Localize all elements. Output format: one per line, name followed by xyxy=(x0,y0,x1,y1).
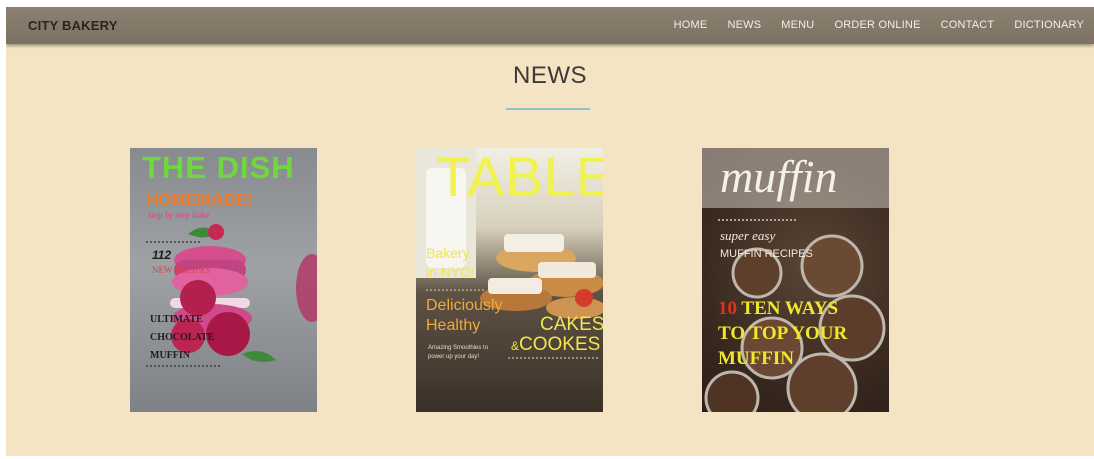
cover-headline-line: TO TOP YOUR xyxy=(718,323,848,344)
magazine-cover-the-dish[interactable]: THE DISH HOMEMADE! step by step bake 112… xyxy=(130,148,317,412)
cover-healthy-line: Deliciously xyxy=(426,297,503,314)
nav-links: HOME NEWS MENU ORDER ONLINE CONTACT DICT… xyxy=(664,7,1094,44)
cover-title: muffin xyxy=(720,151,838,202)
cover-headline-line: TEN WAYS xyxy=(741,298,839,319)
nav-menu-link[interactable]: MENU xyxy=(771,7,824,44)
page: CITY BAKERY HOME NEWS MENU ORDER ONLINE … xyxy=(6,7,1094,456)
cover-headline-number: 10 xyxy=(718,298,737,319)
title-divider xyxy=(506,108,590,110)
cover-recipes: NEW RECIPES xyxy=(152,265,211,275)
cover-healthy-line: Healthy xyxy=(426,317,481,334)
cover-headline-line: MUFFIN xyxy=(718,348,794,369)
nav-order-online-link[interactable]: ORDER ONLINE xyxy=(824,7,930,44)
cover-the-dish-artwork xyxy=(146,224,317,367)
cover-bakery-line: Bakery xyxy=(426,245,470,261)
cover-subtitle: HOMEMADE! xyxy=(146,190,253,209)
cover-title: TABLE xyxy=(436,148,603,208)
cover-muffin-recipes: MUFFIN RECIPES xyxy=(720,248,813,260)
magazine-cover-table[interactable]: TABLE Bakery in NYC! Deliciously Healthy… xyxy=(416,148,603,412)
cover-small-line: Amazing Smoothies to xyxy=(428,345,489,351)
nav-home-link[interactable]: HOME xyxy=(664,7,718,44)
cover-small-line: power up your day! xyxy=(428,354,480,360)
nav-dictionary-link[interactable]: DICTIONARY xyxy=(1004,7,1094,44)
page-title: NEWS xyxy=(513,62,587,89)
cover-cakes-text: CAKES xyxy=(540,314,603,335)
cover-tagline: step by step bake xyxy=(148,210,210,220)
cover-bakery-line: in NYC! xyxy=(426,264,475,280)
magazine-cover-muffin[interactable]: muffin super easy MUFFIN RECIPES 10 TEN … xyxy=(702,148,889,412)
cover-super-easy: super easy xyxy=(720,228,776,243)
cover-cookes-word: COOKES xyxy=(519,334,601,355)
cover-headline: 10 TEN WAYS TO TOP YOUR MUFFIN xyxy=(718,296,847,371)
nav-contact-link[interactable]: CONTACT xyxy=(931,7,1005,44)
cover-healthy-text: Deliciously Healthy xyxy=(426,296,502,336)
cover-cookes-text: &COOKES xyxy=(511,334,600,356)
cover-title: THE DISH xyxy=(142,150,295,185)
cover-ampersand: & xyxy=(511,339,520,353)
cover-bakery-text: Bakery in NYC! xyxy=(426,244,474,282)
top-navbar: CITY BAKERY HOME NEWS MENU ORDER ONLINE … xyxy=(6,7,1094,44)
cover-headline-line: ULTIMATE xyxy=(150,314,203,325)
cover-headline-line: MUFFIN xyxy=(150,350,190,361)
cover-headline-line: CHOCOLATE xyxy=(150,332,215,343)
brand-logo[interactable]: CITY BAKERY xyxy=(28,7,118,44)
cover-small-text: Amazing Smoothies to power up your day! xyxy=(428,344,488,362)
cover-number: 112 xyxy=(152,248,172,262)
nav-news-link[interactable]: NEWS xyxy=(717,7,771,44)
